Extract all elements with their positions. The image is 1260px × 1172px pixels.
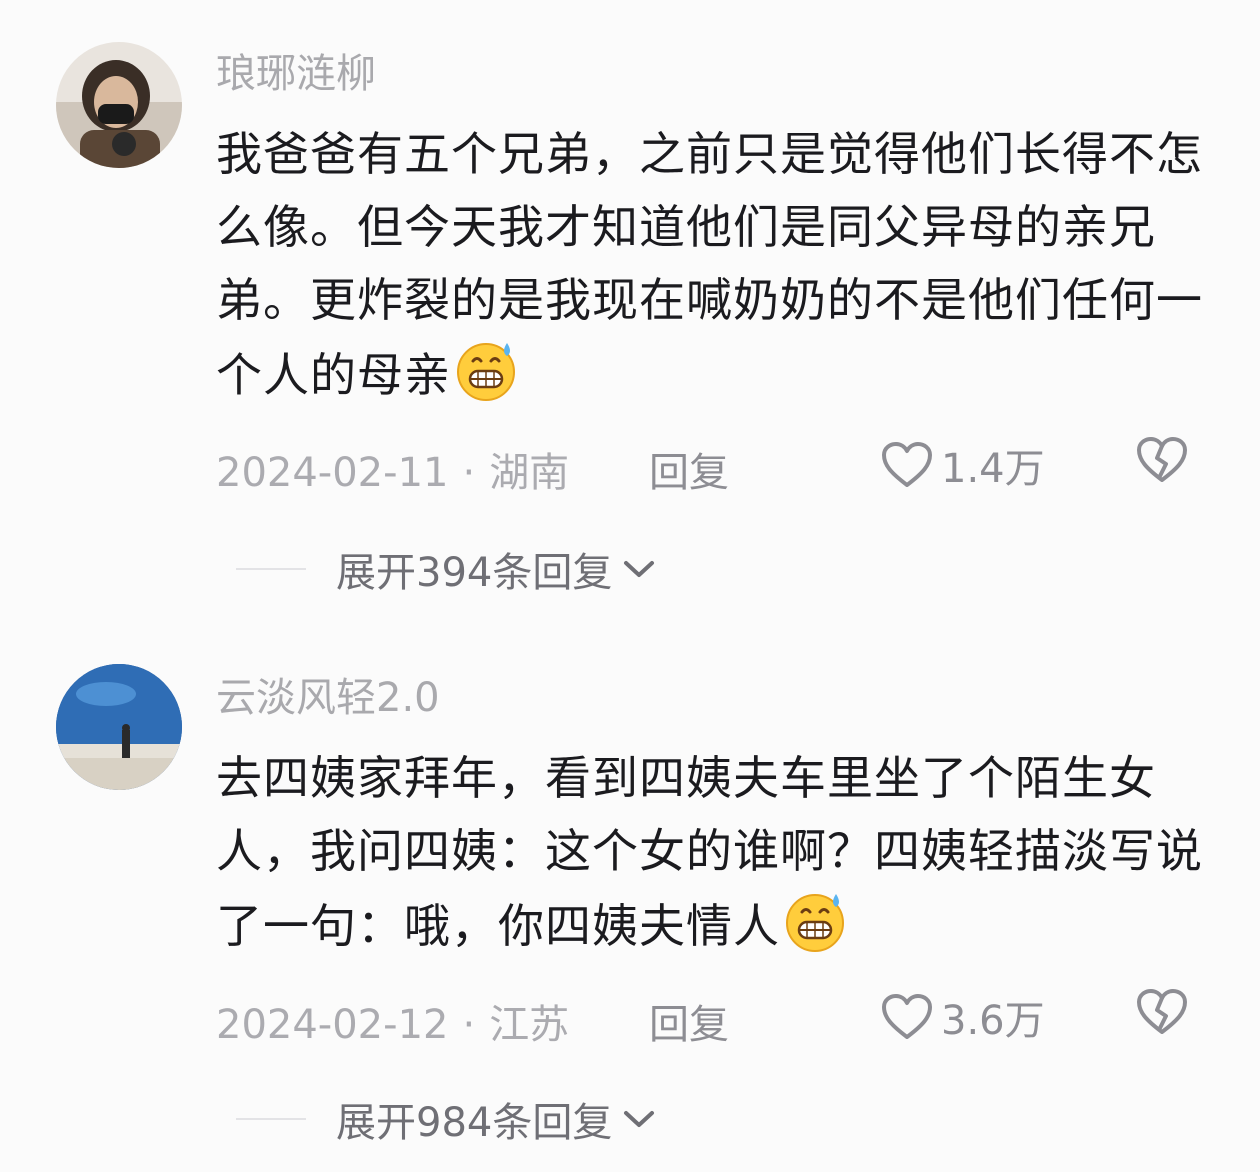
comment-text-content: 我爸爸有五个兄弟，之前只是觉得他们长得不怎么像。但今天我才知道他们是同父异母的亲… xyxy=(216,127,1203,402)
broken-heart-icon xyxy=(1137,437,1187,482)
comment-date-location: 2024-02-11 · 湖南 xyxy=(216,440,569,498)
user-avatar[interactable] xyxy=(56,664,182,790)
dislike-button[interactable] xyxy=(1136,436,1188,494)
dislike-button[interactable] xyxy=(1136,988,1188,1046)
comment-date: 2024-02-12 xyxy=(216,1002,449,1048)
comment-text: 去四姨家拜年，看到四姨夫车里坐了个陌生女人，我问四姨：这个女的谁啊？四姨轻描淡写… xyxy=(216,742,1216,963)
user-avatar[interactable] xyxy=(56,42,182,168)
comment-date: 2024-02-11 xyxy=(216,450,449,496)
like-button[interactable]: 1.4万 xyxy=(881,436,1045,494)
divider-line xyxy=(236,1118,306,1120)
expand-replies-button[interactable]: 展开394条回复 xyxy=(236,544,656,596)
comment-location: 江苏 xyxy=(489,1002,570,1048)
comment-date-location: 2024-02-12 · 江苏 xyxy=(216,992,569,1050)
separator: · xyxy=(462,1002,476,1048)
expand-replies-button[interactable]: 展开984条回复 xyxy=(236,1094,656,1146)
separator: · xyxy=(462,450,476,496)
comment-text-content: 去四姨家拜年，看到四姨夫车里坐了个陌生女人，我问四姨：这个女的谁啊？四姨轻描淡写… xyxy=(216,751,1203,953)
broken-heart-icon xyxy=(1137,989,1187,1034)
username[interactable]: 云淡风轻2.0 xyxy=(216,678,440,718)
comment-meta: 2024-02-12 · 江苏 回复 3.6万 xyxy=(216,989,1216,1048)
like-count: 1.4万 xyxy=(941,446,1045,492)
username[interactable]: 琅琊涟柳 xyxy=(216,54,376,94)
comment-meta: 2024-02-11 · 湖南 回复 1.4万 xyxy=(216,437,1216,496)
reply-button[interactable]: 回复 xyxy=(649,992,729,1050)
chevron-down-icon xyxy=(624,561,655,577)
heart-outline-icon xyxy=(882,994,932,1039)
expand-replies-label: 展开394条回复 xyxy=(336,550,613,596)
heart-outline-icon xyxy=(882,442,932,487)
like-count: 3.6万 xyxy=(941,998,1045,1044)
like-button[interactable]: 3.6万 xyxy=(881,988,1045,1046)
comment-location: 湖南 xyxy=(489,450,570,496)
divider-line xyxy=(236,568,306,570)
grimace-sweat-emoji-icon xyxy=(453,337,519,403)
reply-button[interactable]: 回复 xyxy=(649,440,729,498)
expand-replies-label: 展开984条回复 xyxy=(336,1100,613,1146)
chevron-down-icon xyxy=(624,1111,655,1127)
grimace-sweat-emoji-icon xyxy=(782,888,848,954)
comment-text: 我爸爸有五个兄弟，之前只是觉得他们长得不怎么像。但今天我才知道他们是同父异母的亲… xyxy=(216,118,1216,412)
